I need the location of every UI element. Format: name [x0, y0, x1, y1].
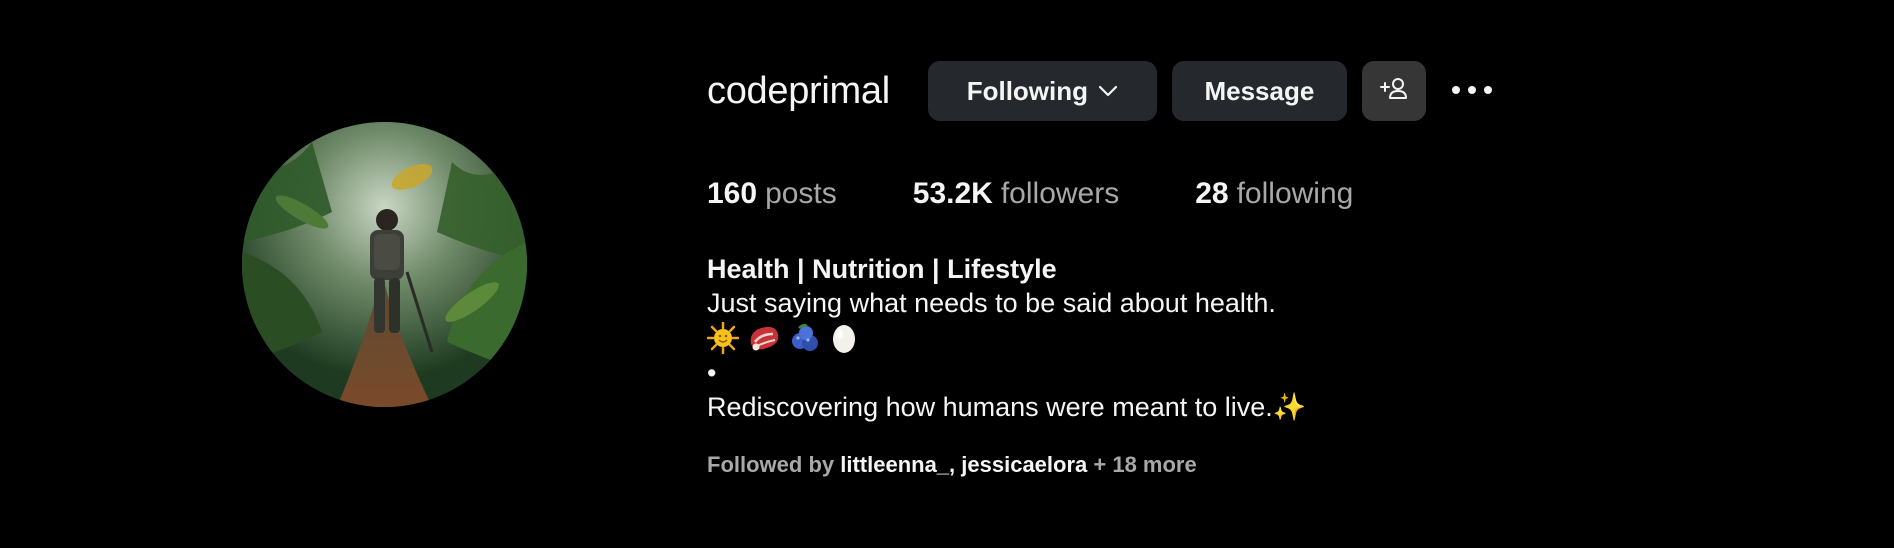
profile-bio: Health | Nutrition | Lifestyle Just sayi… — [707, 252, 1707, 424]
sun-emoji — [707, 322, 739, 354]
mutual-separator: , — [949, 452, 962, 477]
more-horizontal-icon — [1451, 82, 1493, 100]
following-count[interactable]: 28 following — [1195, 177, 1353, 211]
message-button[interactable]: Message — [1171, 61, 1347, 121]
posts-number: 160 — [707, 177, 758, 210]
message-button-label: Message — [1204, 75, 1315, 106]
bio-line-3: Rediscovering how humans were meant to l… — [707, 392, 1307, 422]
jungle-hiker-image — [242, 122, 527, 407]
bio-emoji-row — [707, 320, 1707, 356]
following-number: 28 — [1195, 177, 1229, 210]
suggested-accounts-button[interactable] — [1361, 61, 1426, 121]
followers-label: followers — [1000, 177, 1120, 210]
blueberries-emoji — [792, 324, 818, 351]
profile-action-row: codeprimal Following Message — [707, 60, 1500, 122]
following-button-label: Following — [966, 75, 1089, 106]
following-label: following — [1236, 177, 1354, 210]
username: codeprimal — [707, 69, 890, 112]
profile-stats: 160 posts 53.2K followers 28 following — [707, 172, 1353, 216]
mutual-follower-2[interactable]: jessicaelora — [961, 452, 1087, 477]
profile-header: codeprimal Following Message 160 posts 5… — [707, 0, 1707, 548]
followers-number: 53.2K — [912, 177, 993, 210]
meat-emoji — [750, 326, 779, 351]
followed-by-suffix: + 18 more — [1087, 452, 1197, 477]
followed-by-text[interactable]: Followed by littleenna_, jessicaelora + … — [707, 452, 1197, 478]
bio-bullet: • — [707, 358, 717, 388]
bio-category: Health | Nutrition | Lifestyle — [707, 254, 1057, 284]
bio-line-1: Just saying what needs to be said about … — [707, 288, 1276, 318]
chevron-down-icon — [1098, 85, 1118, 97]
egg-emoji — [833, 325, 855, 353]
mutual-follower-1[interactable]: littleenna_ — [840, 452, 949, 477]
add-person-icon — [1379, 76, 1409, 107]
followed-by-prefix: Followed by — [707, 452, 841, 477]
following-button[interactable]: Following — [927, 61, 1157, 121]
more-options-button[interactable] — [1444, 61, 1500, 121]
posts-count[interactable]: 160 posts — [707, 177, 837, 211]
followers-count[interactable]: 53.2K followers — [913, 177, 1119, 211]
posts-label: posts — [765, 177, 837, 210]
profile-avatar[interactable] — [242, 122, 527, 407]
